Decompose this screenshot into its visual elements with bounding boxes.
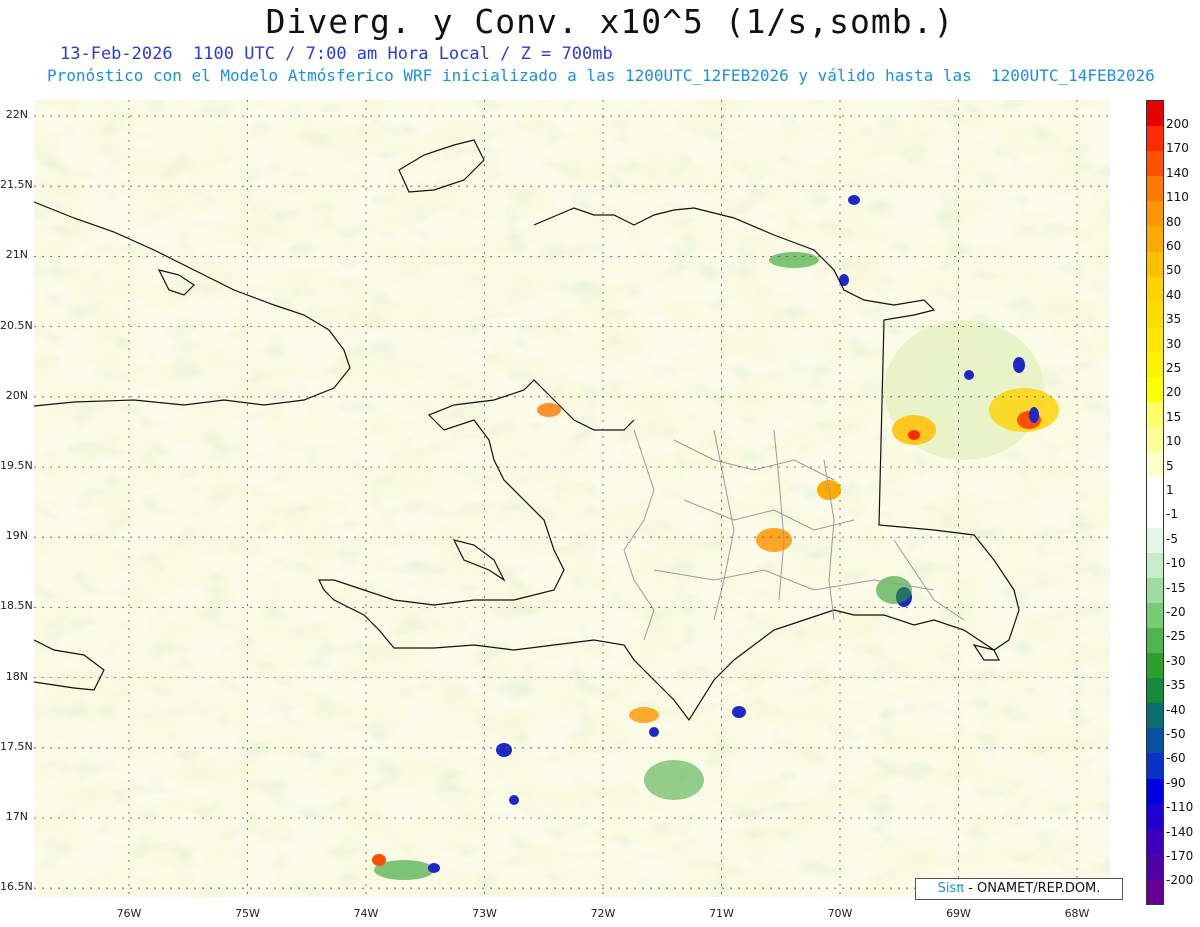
colorbar-swatch — [1147, 778, 1163, 804]
colorbar-label: 5 — [1166, 458, 1174, 473]
longitude-label: 73W — [472, 907, 497, 920]
colorbar-swatch — [1147, 728, 1163, 754]
colorbar-label: -40 — [1166, 702, 1186, 717]
longitude-label: 74W — [353, 907, 379, 920]
colorbar-swatch — [1147, 602, 1163, 628]
colorbar-swatch — [1147, 678, 1163, 704]
longitude-label: 76W — [116, 907, 142, 920]
latitude-label: 17.5N — [0, 739, 33, 753]
colorbar — [1146, 100, 1164, 905]
colorbar-label: 140 — [1166, 165, 1189, 180]
colorbar-swatch — [1147, 251, 1163, 277]
colorbar-swatch — [1147, 427, 1163, 453]
longitude-label: 69W — [946, 907, 971, 920]
credit-pi: π — [956, 881, 965, 896]
colorbar-label: 1 — [1166, 483, 1174, 497]
latitude-label: 21.5N — [0, 178, 33, 192]
colorbar-label: 170 — [1166, 141, 1189, 156]
colorbar-swatch — [1147, 627, 1163, 654]
latitude-label: 18.5N — [0, 599, 33, 613]
model-info: Pronóstico con el Modelo Atmósferico WRF… — [47, 66, 1155, 85]
colorbar-label: 20 — [1166, 385, 1182, 400]
colorbar-label: -15 — [1166, 580, 1186, 595]
colorbar-label: 80 — [1166, 214, 1182, 229]
credit-brand: Sis — [937, 881, 957, 896]
map-title: Diverg. y Conv. x10^5 (1/s,somb.) — [265, 2, 955, 41]
colorbar-label: -110 — [1166, 800, 1194, 815]
colorbar-swatch — [1147, 126, 1163, 152]
colorbar-swatch — [1147, 878, 1163, 904]
latitude-label: 22N — [5, 108, 28, 121]
colorbar-label: 60 — [1166, 239, 1182, 253]
colorbar-swatch — [1147, 853, 1163, 879]
colorbar-label: 15 — [1166, 409, 1182, 424]
colorbar-label: -10 — [1166, 556, 1186, 571]
colorbar-label: -5 — [1166, 531, 1178, 546]
colorbar-swatch — [1147, 703, 1163, 729]
colorbar-label: 25 — [1166, 361, 1182, 375]
colorbar-swatch — [1147, 502, 1163, 528]
colorbar-swatch — [1147, 803, 1163, 829]
convergence-field — [34, 100, 1110, 897]
colorbar-label: -1 — [1166, 507, 1178, 522]
colorbar-swatch — [1147, 577, 1163, 603]
colorbar-swatch — [1147, 276, 1163, 302]
colorbar-label: -50 — [1166, 727, 1186, 741]
colorbar-label: 40 — [1166, 287, 1182, 302]
map-plot — [34, 100, 1110, 897]
longitude-label: 71W — [709, 907, 734, 920]
colorbar-swatch — [1147, 377, 1163, 403]
colorbar-label: -20 — [1166, 605, 1186, 619]
colorbar-label: 50 — [1166, 263, 1182, 278]
colorbar-label: 110 — [1166, 190, 1189, 205]
colorbar-label: 35 — [1166, 312, 1182, 327]
colorbar-swatch — [1147, 176, 1163, 202]
latitude-label: 16.5N — [0, 880, 33, 894]
colorbar-swatch — [1147, 301, 1163, 327]
colorbar-label: -60 — [1166, 751, 1186, 766]
colorbar-swatch — [1147, 351, 1163, 378]
latitude-label: 18N — [5, 669, 28, 683]
longitude-label: 70W — [827, 907, 853, 920]
colorbar-swatch — [1147, 477, 1163, 503]
latitude-label: 20.5N — [0, 318, 33, 332]
colorbar-swatch — [1147, 326, 1163, 352]
colorbar-label: 30 — [1166, 336, 1182, 351]
colorbar-label: 10 — [1166, 434, 1182, 449]
colorbar-swatch — [1147, 753, 1163, 779]
latitude-label: 19.5N — [0, 459, 33, 472]
colorbar-label: -35 — [1166, 678, 1186, 693]
colorbar-swatch — [1147, 552, 1163, 578]
longitude-label: 68W — [1064, 907, 1090, 920]
map-canvas — [34, 100, 1110, 897]
colorbar-label: -170 — [1166, 849, 1194, 863]
colorbar-label: 200 — [1166, 117, 1189, 131]
latitude-label: 17N — [5, 810, 28, 823]
latitude-label: 20N — [5, 388, 28, 402]
colorbar-label: -90 — [1166, 775, 1186, 790]
colorbar-swatch — [1147, 653, 1163, 679]
colorbar-label: -25 — [1166, 629, 1186, 644]
longitude-label: 72W — [590, 907, 616, 920]
colorbar-swatch — [1147, 151, 1163, 177]
longitude-label: 75W — [235, 907, 260, 920]
latitude-label: 19N — [5, 529, 28, 543]
latitude-label: 21N — [5, 248, 28, 262]
colorbar-swatch — [1147, 201, 1163, 227]
colorbar-swatch — [1147, 527, 1163, 553]
colorbar-swatch — [1147, 402, 1163, 428]
colorbar-label: -30 — [1166, 653, 1186, 668]
credit-text: - ONAMET/REP.DOM. — [964, 881, 1101, 896]
forecast-time: 13-Feb-2026 1100 UTC / 7:00 am Hora Loca… — [60, 44, 613, 64]
credit-box: Sisπ - ONAMET/REP.DOM. — [915, 878, 1123, 900]
colorbar-swatch — [1147, 101, 1163, 127]
colorbar-label: -200 — [1166, 873, 1194, 888]
colorbar-label: -140 — [1166, 824, 1194, 839]
colorbar-swatch — [1147, 828, 1163, 854]
colorbar-swatch — [1147, 452, 1163, 478]
colorbar-swatch — [1147, 226, 1163, 252]
